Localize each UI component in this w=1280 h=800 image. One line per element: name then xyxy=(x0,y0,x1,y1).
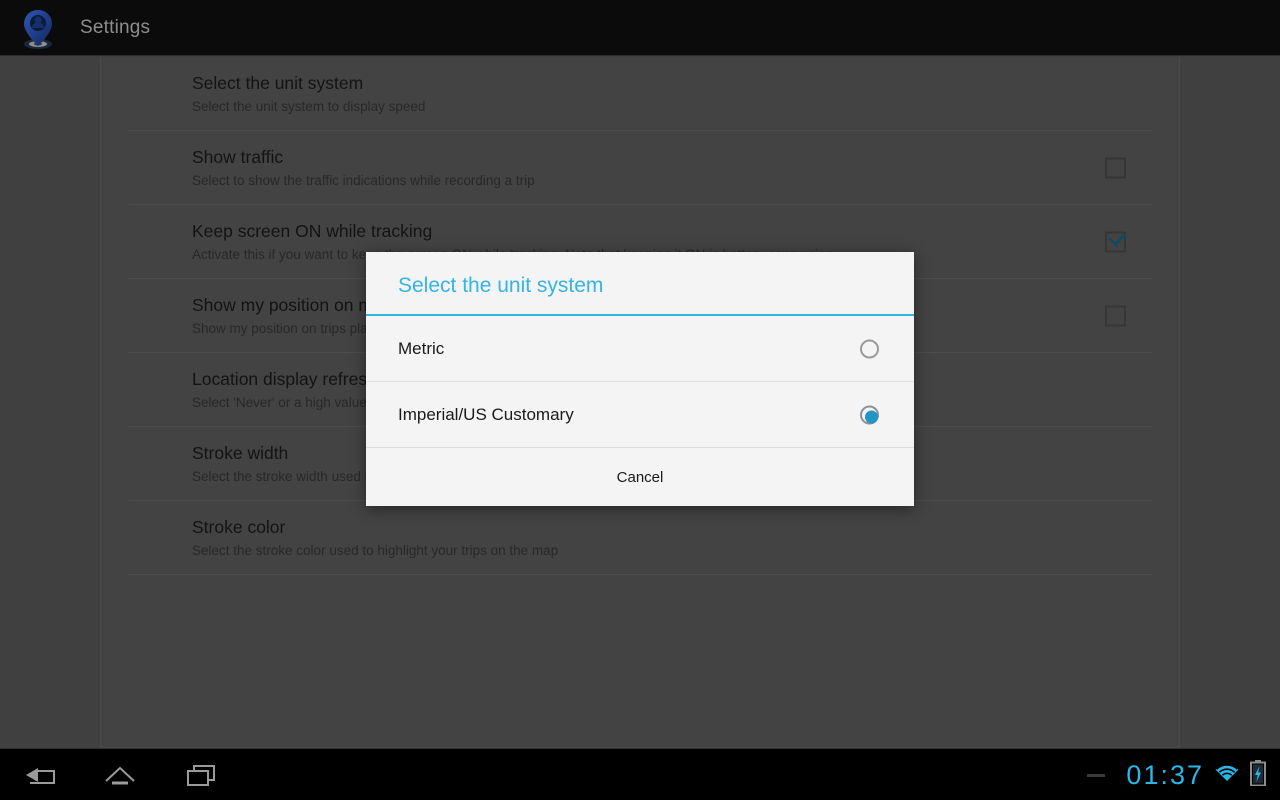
radio-button-imperial[interactable] xyxy=(860,405,879,424)
preference-title: Keep screen ON while tracking xyxy=(192,221,433,241)
dialog-header: Select the unit system xyxy=(366,252,914,316)
radio-option-label: Metric xyxy=(398,338,445,358)
notification-placeholder-icon xyxy=(1087,773,1106,777)
preference-title: Select the unit system xyxy=(192,73,364,93)
preference-item-stroke-color[interactable]: Stroke color Select the stroke color use… xyxy=(129,501,1153,575)
show-traffic-checkbox[interactable] xyxy=(1105,157,1126,178)
dialog-title: Select the unit system xyxy=(398,274,604,297)
keep-screen-on-checkbox[interactable] xyxy=(1105,231,1127,252)
home-icon[interactable] xyxy=(80,749,160,800)
unit-system-dialog: Select the unit system Metric Imperial/U… xyxy=(366,252,914,506)
preference-item-show-traffic[interactable]: Show traffic Select to show the traffic … xyxy=(129,131,1153,205)
system-navigation-bar: 01:37 xyxy=(0,748,1280,800)
preference-summary: Select the unit system to display speed xyxy=(192,99,426,114)
android-tablet-screen: Settings Select the unit system Select t… xyxy=(0,0,1280,800)
preference-title: Show traffic xyxy=(192,147,284,167)
recent-apps-icon[interactable] xyxy=(160,749,240,800)
status-clock[interactable]: 01:37 xyxy=(1126,760,1204,791)
preference-summary: Select the stroke color used to highligh… xyxy=(192,543,559,558)
radio-option-metric[interactable]: Metric xyxy=(366,316,914,382)
page-title: Settings xyxy=(80,16,151,38)
back-arrow-icon[interactable] xyxy=(0,749,80,800)
preference-title: Stroke color xyxy=(192,517,286,537)
wifi-icon[interactable] xyxy=(1213,761,1241,790)
app-title-bar: Settings xyxy=(0,0,1280,56)
radio-option-label: Imperial/US Customary xyxy=(398,404,574,424)
radio-button-metric[interactable] xyxy=(860,339,879,358)
battery-charging-icon[interactable] xyxy=(1250,759,1266,791)
status-area: 01:37 xyxy=(1087,749,1280,800)
dialog-footer: Cancel xyxy=(366,448,914,506)
preference-item-unit-system[interactable]: Select the unit system Select the unit s… xyxy=(129,57,1153,131)
radio-option-imperial[interactable]: Imperial/US Customary xyxy=(366,382,914,448)
location-pin-icon xyxy=(18,6,58,50)
dialog-options-list: Metric Imperial/US Customary xyxy=(366,316,914,448)
cancel-button[interactable]: Cancel xyxy=(593,461,688,494)
show-my-position-checkbox[interactable] xyxy=(1105,305,1126,326)
preference-summary: Select to show the traffic indications w… xyxy=(192,173,535,188)
